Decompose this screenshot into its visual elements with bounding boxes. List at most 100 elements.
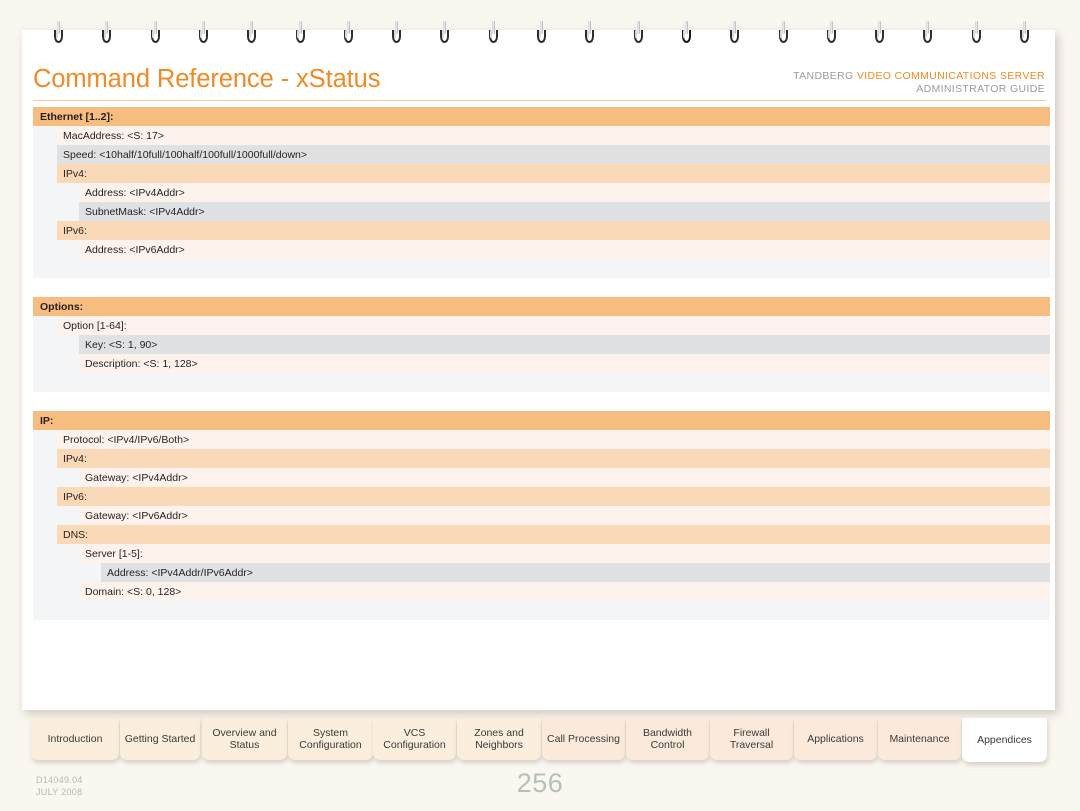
page-sheet: Command Reference - xStatus TANDBERG VID… [22, 30, 1055, 710]
section-tab-label: Getting Started [124, 732, 196, 745]
command-row-label: IPv4: [57, 449, 1050, 468]
section-tab-label: Bandwidth Control [642, 726, 693, 752]
row-indent-spacer [33, 544, 79, 563]
row-indent-spacer [33, 316, 57, 335]
row-indent-spacer [33, 430, 57, 449]
command-group-row: Options: [33, 297, 1050, 316]
command-row-label: DNS: [57, 525, 1050, 544]
command-row [33, 278, 1050, 297]
command-row-label: Description: <S: 1, 128> [79, 354, 1050, 373]
row-indent-spacer [33, 183, 79, 202]
brand-header: TANDBERG VIDEO COMMUNICATIONS SERVER ADM… [793, 70, 1045, 96]
command-group-row: Ethernet [1..2]: [33, 107, 1050, 126]
row-indent-spacer [33, 221, 57, 240]
command-row: Gateway: <IPv4Addr> [33, 468, 1050, 487]
command-row-label [33, 601, 1050, 620]
row-indent-spacer [33, 354, 79, 373]
command-row-label: Domain: <S: 0, 128> [79, 582, 1050, 601]
command-row: Option [1-64]: [33, 316, 1050, 335]
command-row: Address: <IPv4Addr/IPv6Addr> [33, 563, 1050, 582]
command-row: Address: <IPv6Addr> [33, 240, 1050, 259]
command-row-label: IP: [33, 411, 1050, 430]
row-indent-spacer [33, 563, 101, 582]
brand-product-line: TANDBERG VIDEO COMMUNICATIONS SERVER [793, 70, 1045, 83]
command-row: Server [1-5]: [33, 544, 1050, 563]
command-row: Key: <S: 1, 90> [33, 335, 1050, 354]
section-tab-introduction[interactable]: Introduction [31, 718, 119, 760]
section-tab-appendices[interactable]: Appendices [962, 718, 1047, 762]
section-tab-getting-started[interactable]: Getting Started [120, 718, 200, 760]
section-tab-label: Zones and Neighbors [474, 726, 524, 752]
section-tab-label: Overview and Status [212, 726, 277, 752]
section-tab-bar[interactable]: Introduction Getting Started Overview and … [0, 718, 1080, 762]
section-tab-label: VCS Configuration [383, 726, 446, 752]
command-row: IPv6: [33, 221, 1050, 240]
row-indent-spacer [33, 468, 79, 487]
section-tab-label: Maintenance [889, 732, 950, 745]
section-tab-vcs-configuration[interactable]: VCS Configuration [373, 718, 456, 760]
section-tab-label: Introduction [47, 732, 103, 745]
section-tab-firewall-traversal[interactable]: Firewall Traversal [710, 718, 793, 760]
command-row: Speed: <10half/10full/100half/100full/10… [33, 145, 1050, 164]
command-row: Protocol: <IPv4/IPv6/Both> [33, 430, 1050, 449]
section-tab-maintenance[interactable]: Maintenance [878, 718, 961, 760]
command-row [33, 392, 1050, 411]
row-indent-spacer [33, 202, 79, 221]
command-reference-table: Ethernet [1..2]: MacAddress: <S: 17> Speed… [33, 107, 1050, 620]
row-indent-spacer [33, 506, 79, 525]
command-row-label: Address: <IPv4Addr/IPv6Addr> [101, 563, 1050, 582]
command-row-label: Key: <S: 1, 90> [79, 335, 1050, 354]
section-tab-label: Appendices [977, 733, 1032, 746]
command-row-label: IPv6: [57, 221, 1050, 240]
command-row-label: Option [1-64]: [57, 316, 1050, 335]
section-tab-overview-and-status[interactable]: Overview and Status [202, 718, 287, 760]
command-row-label: Gateway: <IPv6Addr> [79, 506, 1050, 525]
command-row [33, 259, 1050, 278]
command-row: IPv4: [33, 449, 1050, 468]
command-row [33, 373, 1050, 392]
row-indent-spacer [33, 449, 57, 468]
row-indent-spacer [33, 487, 57, 506]
command-row-label: Server [1-5]: [79, 544, 1050, 563]
command-row: MacAddress: <S: 17> [33, 126, 1050, 145]
brand-prefix: TANDBERG [793, 70, 854, 82]
command-row: SubnetMask: <IPv4Addr> [33, 202, 1050, 221]
row-indent-spacer [33, 145, 57, 164]
title-divider [33, 100, 1046, 101]
brand-subtitle: ADMINISTRATOR GUIDE [916, 83, 1045, 95]
row-indent-spacer [33, 582, 79, 601]
command-row: IPv4: [33, 164, 1050, 183]
section-tab-system-configuration[interactable]: System Configuration [288, 718, 373, 760]
section-tab-label: Firewall Traversal [729, 726, 774, 752]
section-tab-applications[interactable]: Applications [794, 718, 877, 760]
command-row-label: Address: <IPv4Addr> [79, 183, 1050, 202]
command-row: IPv6: [33, 487, 1050, 506]
command-row-label: Address: <IPv6Addr> [79, 240, 1050, 259]
command-row-label: MacAddress: <S: 17> [57, 126, 1050, 145]
command-row: Gateway: <IPv6Addr> [33, 506, 1050, 525]
command-group-row: IP: [33, 411, 1050, 430]
section-tab-call-processing[interactable]: Call Processing [542, 718, 625, 760]
command-row-label [33, 278, 1050, 297]
page-title: Command Reference - xStatus [33, 65, 381, 93]
page-number: 256 [516, 768, 564, 798]
brand-product: VIDEO COMMUNICATIONS SERVER [856, 70, 1045, 82]
section-tab-label: System Configuration [299, 726, 362, 752]
section-tab-zones-and-neighbors[interactable]: Zones and Neighbors [457, 718, 541, 760]
command-row: Address: <IPv4Addr> [33, 183, 1050, 202]
command-row-label: SubnetMask: <IPv4Addr> [79, 202, 1050, 221]
document-page-root: Command Reference - xStatus TANDBERG VID… [0, 0, 1080, 811]
row-indent-spacer [33, 335, 79, 354]
section-tab-label: Applications [807, 732, 864, 745]
row-indent-spacer [33, 126, 57, 145]
section-tab-bandwidth-control[interactable]: Bandwidth Control [626, 718, 709, 760]
command-row-label: Speed: <10half/10full/100half/100full/10… [57, 145, 1050, 164]
command-row: DNS: [33, 525, 1050, 544]
row-indent-spacer [33, 164, 57, 183]
section-tab-label: Call Processing [547, 732, 620, 745]
row-indent-spacer [33, 240, 79, 259]
command-row-label: IPv4: [57, 164, 1050, 183]
command-row-label: Options: [33, 297, 1050, 316]
command-row-label [33, 373, 1050, 392]
row-indent-spacer [33, 525, 57, 544]
